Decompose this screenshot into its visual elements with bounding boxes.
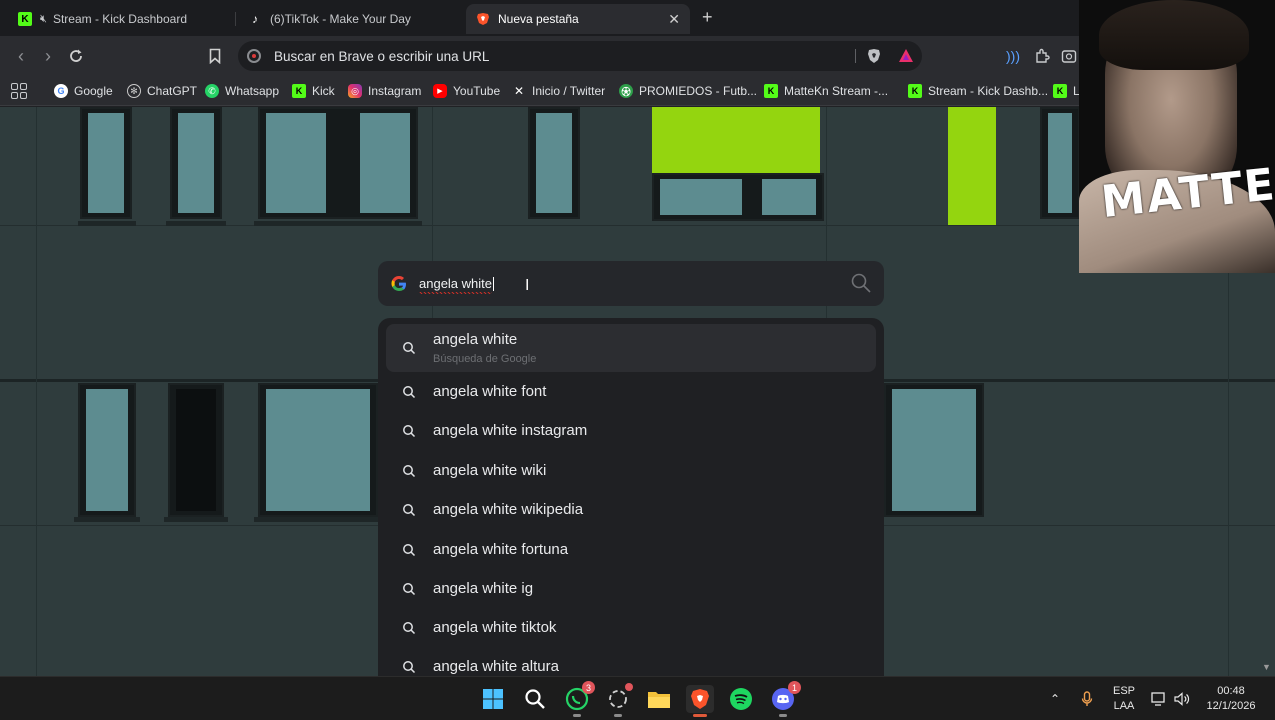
tab-title: Nueva pestaña <box>498 12 579 26</box>
whatsapp-icon[interactable]: 3 <box>563 681 595 717</box>
search-submit-icon[interactable] <box>850 272 872 294</box>
windows-start-icon[interactable] <box>479 685 507 713</box>
bookmark-instagram[interactable]: ◎ Instagram <box>348 81 421 101</box>
suggestion-item[interactable]: angela white tiktok <box>386 610 876 646</box>
discord-icon[interactable]: 1 <box>769 681 801 717</box>
brave-rewards-icon[interactable] <box>898 48 914 64</box>
clock-time: 00:48 <box>1217 685 1245 697</box>
input-language[interactable]: ESP LAA <box>1110 677 1138 720</box>
webcam-overlay: MATTE <box>1079 0 1275 273</box>
suggestion-item[interactable]: angela white wikipedia <box>386 492 876 528</box>
kick-icon: K <box>18 12 32 26</box>
brave-site-icon <box>247 49 261 63</box>
suggestion-item[interactable]: angela white font <box>386 374 876 410</box>
kick-icon: K <box>1053 84 1067 98</box>
clock-date: 12/1/2026 <box>1206 700 1256 712</box>
bookmark-kick[interactable]: K Kick <box>292 81 335 101</box>
search-icon <box>403 386 416 399</box>
spotify-icon[interactable] <box>727 685 755 713</box>
bookmark-mattekn-stream[interactable]: K MatteKn Stream -... <box>764 81 888 101</box>
search-icon <box>403 342 416 355</box>
text-caret <box>493 276 494 291</box>
clock[interactable]: 00:48 12/1/2026 <box>1202 677 1260 720</box>
google-search-box[interactable]: angela white <box>378 261 884 306</box>
bookmark-google[interactable]: G Google <box>54 81 113 101</box>
close-tab-icon[interactable]: ✕ <box>668 11 680 28</box>
notification-badge: 3 <box>582 681 595 694</box>
search-icon <box>403 583 416 596</box>
x-icon: ✕ <box>513 84 525 98</box>
suggestion-item[interactable]: angela white fortuna <box>386 532 876 568</box>
muted-speaker-icon[interactable]: 🔇︎ <box>40 13 47 26</box>
suggestion-item[interactable]: angela white Búsqueda de Google <box>386 324 876 372</box>
search-icon <box>403 544 416 557</box>
address-bar[interactable]: Buscar en Brave o escribir una URL <box>238 41 922 71</box>
brave-shields-icon[interactable] <box>867 48 881 64</box>
chatgpt-icon: ✻ <box>127 84 141 98</box>
scroll-down-arrow-icon[interactable]: ▼ <box>1262 662 1272 672</box>
suggestion-item[interactable]: angela white altura <box>386 650 876 676</box>
text-cursor-ibeam: I <box>525 277 530 294</box>
search-icon <box>403 504 416 517</box>
bookmark-icon[interactable] <box>204 45 226 67</box>
youtube-icon: ▶ <box>433 84 447 98</box>
tab-new-tab[interactable]: Nueva pestaña ✕ <box>466 4 690 34</box>
search-icon <box>403 425 416 438</box>
whatsapp-icon: ✆ <box>205 84 219 98</box>
kick-icon: K <box>292 84 306 98</box>
tab-kick-dashboard[interactable]: K 🔇︎ Stream - Kick Dashboard <box>8 4 236 34</box>
bookmark-twitter[interactable]: ✕ Inicio / Twitter <box>512 81 605 101</box>
promiedos-icon: ⚽︎ <box>619 84 633 98</box>
search-icon <box>403 465 416 478</box>
suggestion-item[interactable]: angela white ig <box>386 571 876 607</box>
search-icon <box>403 622 416 635</box>
search-suggestions-dropdown: angela white Búsqueda de Google angela w… <box>378 318 884 676</box>
chatgpt-icon[interactable] <box>604 683 633 717</box>
suggestion-item[interactable]: angela white wiki <box>386 453 876 489</box>
google-icon: G <box>54 84 68 98</box>
volume-icon[interactable] <box>1174 677 1190 720</box>
kick-icon: K <box>908 84 922 98</box>
kick-icon: K <box>764 84 778 98</box>
windows-taskbar: 3 1 ⌃ ESP LAA 00:48 12/1/2026 <box>0 676 1275 720</box>
tiktok-icon: ♪ <box>252 12 258 26</box>
extensions-icon[interactable] <box>1032 46 1052 66</box>
instagram-icon: ◎ <box>348 84 362 98</box>
wallet-icon[interactable] <box>1059 46 1079 66</box>
tab-title: (6)TikTok - Make Your Day <box>270 12 411 26</box>
brave-icon <box>476 12 490 26</box>
forward-arrow-icon[interactable]: › <box>37 45 59 67</box>
bookmark-chatgpt[interactable]: ✻ ChatGPT <box>127 81 197 101</box>
search-query-text: angela white <box>419 276 492 294</box>
search-icon <box>403 661 416 674</box>
brave-icon[interactable] <box>686 685 714 717</box>
tab-title: Stream - Kick Dashboard <box>52 12 187 26</box>
bookmark-whatsapp[interactable]: ✆ Whatsapp <box>205 81 279 101</box>
chevron-up-icon[interactable]: ⌃ <box>1050 677 1060 720</box>
network-icon[interactable] <box>1151 677 1167 720</box>
address-bar-placeholder: Buscar en Brave o escribir una URL <box>274 48 490 64</box>
back-arrow-icon[interactable]: ‹ <box>10 45 32 67</box>
file-explorer-icon[interactable] <box>645 685 673 713</box>
tab-tiktok[interactable]: ♪ (6)TikTok - Make Your Day <box>238 4 464 34</box>
reload-icon[interactable] <box>65 45 87 67</box>
bookmark-kick-dashboard[interactable]: K Stream - Kick Dashb... <box>908 81 1048 101</box>
microphone-icon[interactable] <box>1081 677 1093 720</box>
google-icon <box>391 275 406 291</box>
bookmark-youtube[interactable]: ▶ YouTube <box>433 81 500 101</box>
apps-grid-icon[interactable] <box>11 83 27 99</box>
suggestion-item[interactable]: angela white instagram <box>386 413 876 449</box>
bookmark-overflow[interactable]: K L <box>1053 81 1080 101</box>
bookmark-promiedos[interactable]: ⚽︎ PROMIEDOS - Futb... <box>619 81 757 101</box>
new-tab-button[interactable]: + <box>702 7 713 28</box>
search-icon[interactable] <box>521 685 549 713</box>
leo-ai-icon[interactable]: ))) <box>1003 46 1023 66</box>
notification-badge: 1 <box>788 681 801 694</box>
